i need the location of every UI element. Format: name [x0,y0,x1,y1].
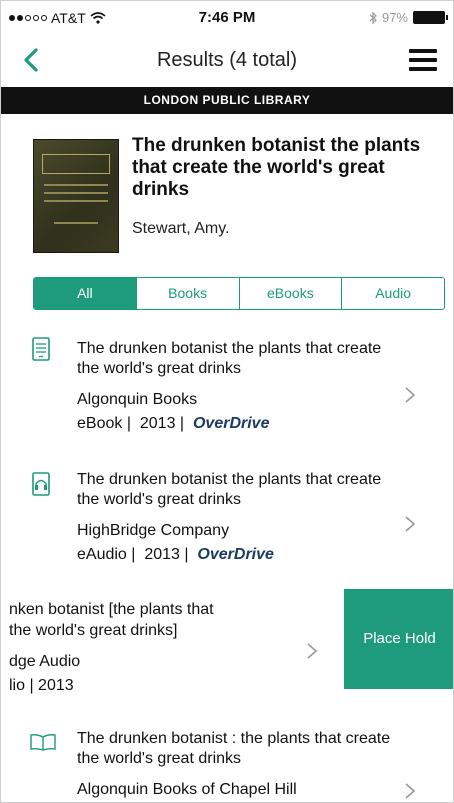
result-publisher: dge Audio [9,653,81,670]
overdrive-logo: OverDrive [192,415,270,432]
battery-group: 97% [369,10,448,25]
filter-books[interactable]: Books [135,278,239,309]
eaudio-icon [32,472,50,496]
result-publisher: Algonquin Books [77,391,198,408]
app-screen: AT&T 7:46 PM 97% Results (4 total) LONDO… [0,0,454,803]
page-title: Results (4 total) [156,49,298,71]
status-bar: AT&T 7:46 PM 97% [1,1,453,35]
navigation-bar: Results (4 total) [1,35,453,87]
filter-ebooks[interactable]: eBooks [238,278,342,309]
result-title: The drunken botanist the plants that cre… [77,471,382,508]
result-row[interactable]: The drunken botanist the plants that cre… [1,331,453,441]
overdrive-logo: OverDrive [197,546,274,563]
result-title: The drunken botanist the plants that cre… [77,340,382,377]
result-year: 2013 [144,546,180,563]
result-publisher: HighBridge Company [77,522,230,539]
result-meta: eAudio | 2013 | OverDrive [77,546,274,563]
result-publisher: Algonquin Books of Chapel Hill [77,781,297,798]
chevron-right-icon [405,783,416,799]
result-format: eBook [77,415,123,432]
result-title: nken botanist [the plants that the world… [9,601,214,639]
result-row-swiped[interactable]: nken botanist [the plants that the world… [1,589,453,694]
result-row[interactable]: The drunken botanist the plants that cre… [1,466,453,576]
library-banner: LONDON PUBLIC LIBRARY [1,87,453,114]
format-filter: All Books eBooks Audio [33,277,445,310]
book-cover-image [33,139,119,253]
result-meta: lio | 2013 [9,677,74,694]
chevron-right-icon [307,643,318,659]
filter-audio[interactable]: Audio [341,278,444,309]
hamburger-menu-icon[interactable] [409,49,437,73]
result-year: 2013 [139,415,176,432]
result-format: eAudio [77,546,127,563]
bluetooth-icon [369,11,377,24]
book-title: The drunken botanist the plants that cre… [132,135,421,200]
battery-icon [413,11,448,24]
battery-percent: 97% [381,10,408,25]
chevron-right-icon [405,387,416,403]
book-icon [30,734,56,751]
chevron-right-icon [405,516,416,532]
ebook-icon [32,337,50,361]
result-title: The drunken botanist : the plants that c… [77,730,391,767]
result-row[interactable]: The drunken botanist : the plants that c… [1,725,453,802]
filter-all[interactable]: All [34,278,136,309]
result-meta: eBook | 2013 | OverDrive [77,415,270,432]
place-hold-button[interactable]: Place Hold [344,589,453,689]
book-author: Stewart, Amy. [132,220,230,237]
